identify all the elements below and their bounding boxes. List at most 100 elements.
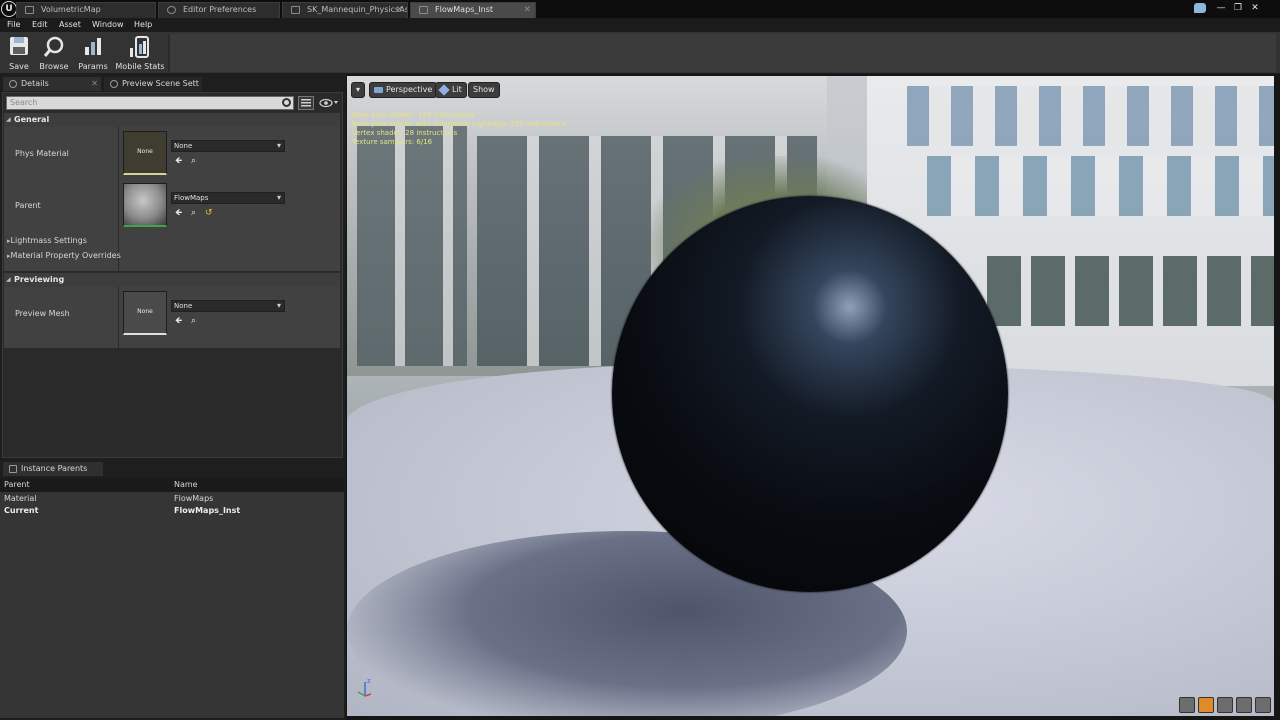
category-label: Previewing: [14, 275, 65, 284]
column-divider[interactable]: [118, 287, 119, 348]
gear-icon: [167, 6, 176, 14]
table-row-name[interactable]: FlowMaps_Inst: [174, 506, 240, 515]
use-selected-arrow-icon[interactable]: 🡸: [175, 156, 182, 166]
shader-stats: Base pass shader: 155 instructions Base …: [352, 111, 567, 147]
category-previewing[interactable]: Previewing: [4, 273, 340, 287]
tab-volumetricmap[interactable]: VolumetricMap: [16, 2, 156, 18]
reset-to-default-icon[interactable]: ↺: [205, 208, 213, 218]
menu-file[interactable]: File: [7, 19, 20, 31]
close-icon[interactable]: ✕: [523, 3, 531, 17]
category-general[interactable]: General: [4, 113, 340, 127]
perspective-icon: [374, 87, 383, 93]
parent-combo[interactable]: FlowMaps: [171, 192, 285, 204]
tab-label: Instance Parents: [21, 464, 88, 473]
menu-bar: File Edit Asset Window Help: [0, 18, 1280, 32]
toolbar-empty-area: [170, 34, 1276, 72]
axis-z-label: z: [367, 677, 371, 685]
show-label: Show: [473, 85, 495, 94]
lit-button[interactable]: Lit: [435, 82, 467, 98]
mobile-stats-button[interactable]: Mobile Stats: [115, 33, 165, 73]
menu-help[interactable]: Help: [134, 19, 152, 31]
tab-label: Preview Scene Sett: [122, 79, 199, 88]
params-button[interactable]: Params: [75, 33, 111, 73]
search-icon[interactable]: [282, 98, 291, 107]
use-selected-arrow-icon[interactable]: 🡸: [175, 208, 182, 218]
preview-mesh-combo[interactable]: None: [171, 300, 285, 312]
close-icon[interactable]: ✕: [395, 3, 403, 17]
browse-magnifier-icon[interactable]: ⌕: [191, 316, 196, 326]
save-icon: [10, 37, 28, 55]
params-icon: [85, 38, 101, 55]
tab-preview-scene-settings[interactable]: Preview Scene Sett: [104, 77, 202, 91]
preview-mesh-thumbnail[interactable]: None: [123, 291, 167, 335]
phys-material-combo[interactable]: None: [171, 140, 285, 152]
preview-sphere-button[interactable]: [1198, 697, 1214, 713]
tab-label: Editor Preferences: [183, 5, 257, 14]
preview-cylinder-button[interactable]: [1179, 697, 1195, 713]
table-header: [0, 478, 344, 492]
lightmass-settings-row[interactable]: Lightmass Settings: [7, 236, 87, 245]
lit-label: Lit: [452, 85, 462, 94]
globe-icon: [110, 80, 118, 88]
browse-button[interactable]: Browse: [37, 33, 71, 73]
map-icon: [25, 6, 34, 14]
instance-parents-table: [0, 478, 344, 718]
stat-line: Texture samplers: 6/16: [352, 138, 433, 146]
combo-value: None: [174, 142, 193, 150]
phys-material-thumbnail[interactable]: None: [123, 131, 167, 175]
tab-instance-parents[interactable]: Instance Parents: [3, 462, 103, 476]
tab-editor-preferences[interactable]: Editor Preferences: [158, 2, 280, 18]
browse-magnifier-icon[interactable]: ⌕: [191, 208, 196, 218]
title-bar: U VolumetricMap Editor Preferences SK_Ma…: [0, 0, 1280, 18]
tab-label: Details: [21, 79, 49, 88]
preview-mesh-button[interactable]: [1255, 697, 1271, 713]
show-button[interactable]: Show: [468, 82, 500, 98]
close-icon[interactable]: ✕: [91, 77, 98, 91]
browse-label: Browse: [39, 62, 69, 71]
hierarchy-icon: [9, 465, 17, 473]
search-input[interactable]: Search: [6, 96, 294, 110]
view-options-button[interactable]: [298, 96, 314, 110]
browse-magnifier-icon[interactable]: ⌕: [191, 156, 196, 166]
preview-mesh-label: Preview Mesh: [15, 309, 70, 318]
preview-cube-button[interactable]: [1236, 697, 1252, 713]
table-row-parent[interactable]: Material: [4, 494, 37, 503]
table-row-parent[interactable]: Current: [4, 506, 38, 515]
unreal-logo-icon[interactable]: U: [1, 1, 17, 17]
maximize-button[interactable]: ❐: [1231, 1, 1245, 15]
save-button[interactable]: Save: [3, 33, 35, 73]
tab-flowmaps-inst[interactable]: FlowMaps_Inst ✕: [410, 2, 536, 18]
menu-window[interactable]: Window: [92, 19, 124, 31]
menu-edit[interactable]: Edit: [32, 19, 48, 31]
menu-asset[interactable]: Asset: [59, 19, 81, 31]
column-divider[interactable]: [118, 127, 119, 271]
windows-right-bottom: [987, 256, 1274, 326]
tab-physics-asset[interactable]: SK_Mannequin_PhysicsAs ✕: [282, 2, 408, 18]
viewport-options-button[interactable]: ▾: [351, 82, 365, 98]
combo-value: FlowMaps: [174, 194, 209, 202]
physics-asset-icon: [291, 6, 300, 14]
stat-line: Vertex shader: 28 instructions: [352, 129, 458, 137]
preview-plane-button[interactable]: [1217, 697, 1233, 713]
windows-left: [357, 126, 467, 366]
parent-label: Parent: [15, 201, 41, 210]
table-row-name[interactable]: FlowMaps: [174, 494, 213, 503]
chevron-down-icon: ▾: [355, 85, 360, 94]
save-label: Save: [9, 62, 29, 71]
eye-icon[interactable]: [318, 96, 340, 110]
tab-details[interactable]: Details ✕: [3, 77, 101, 91]
windows-right-mid: [927, 156, 1274, 216]
minimize-button[interactable]: —: [1214, 1, 1228, 15]
material-property-overrides-row[interactable]: Material Property Overrides: [7, 251, 121, 260]
preview-sphere[interactable]: [612, 196, 1008, 592]
details-icon: [9, 80, 17, 88]
feedback-icon[interactable]: [1194, 3, 1206, 13]
parent-thumbnail[interactable]: [123, 183, 167, 227]
column-header-parent[interactable]: Parent: [4, 480, 30, 489]
use-selected-arrow-icon[interactable]: 🡸: [175, 316, 182, 326]
close-window-button[interactable]: ✕: [1248, 1, 1262, 15]
column-header-name[interactable]: Name: [174, 480, 198, 489]
perspective-button[interactable]: Perspective: [369, 82, 438, 98]
viewport[interactable]: ▾ Perspective Lit Show Base pass shader:…: [347, 76, 1274, 716]
phys-material-label: Phys Material: [15, 149, 69, 158]
